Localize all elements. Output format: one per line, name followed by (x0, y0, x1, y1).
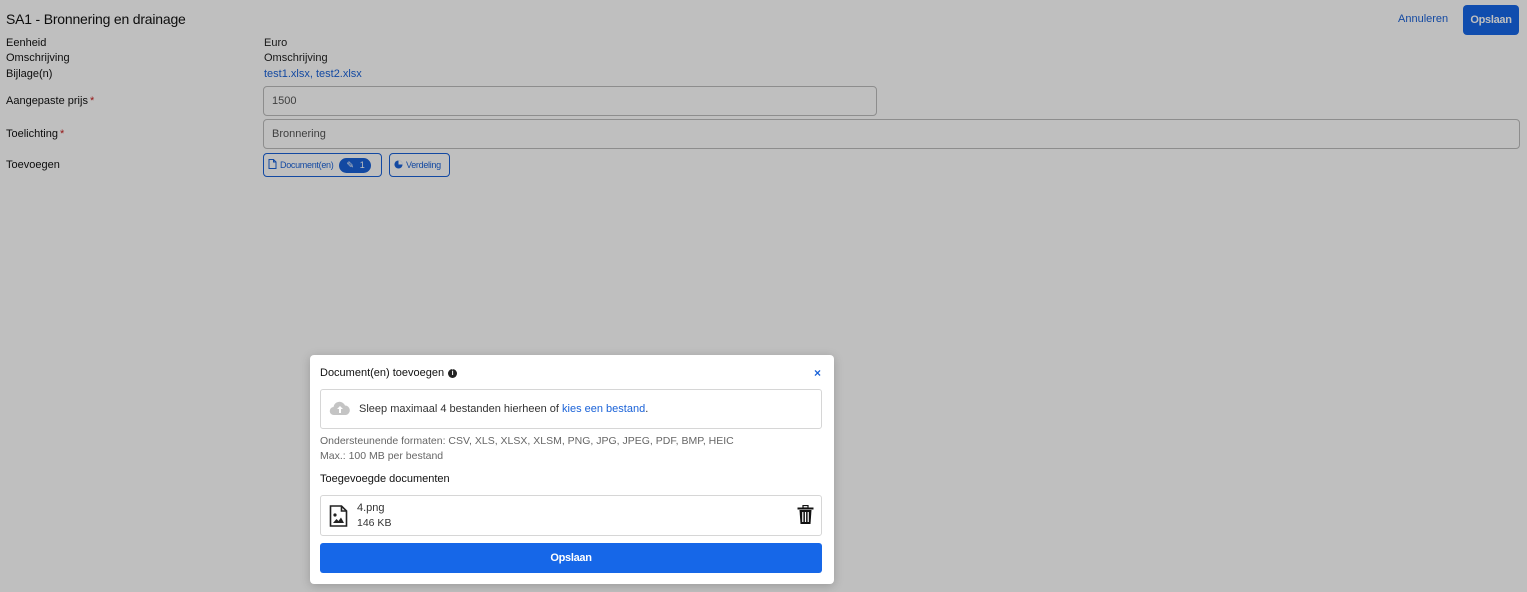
choose-file-link[interactable]: kies een bestand (562, 403, 645, 415)
file-size: 146 KB (357, 517, 392, 529)
add-documents-modal: Document(en) toevoegen i × Sleep maximaa… (310, 355, 834, 584)
file-dropzone[interactable]: Sleep maximaal 4 bestanden hierheen of k… (320, 389, 822, 429)
image-file-icon (329, 505, 348, 530)
info-icon[interactable]: i (448, 368, 458, 378)
format-info: Ondersteunende formaten: CSV, XLS, XLSX,… (320, 434, 734, 464)
supported-formats: Ondersteunende formaten: CSV, XLS, XLSX,… (320, 435, 734, 447)
close-icon[interactable]: × (814, 366, 821, 380)
cloud-upload-icon (329, 400, 351, 419)
trash-icon[interactable] (797, 504, 814, 528)
dropzone-instruction: Sleep maximaal 4 bestanden hierheen of (359, 403, 563, 415)
dropzone-period: . (645, 403, 649, 415)
file-list-item: 4.png 146 KB (320, 495, 822, 536)
max-file-size: Max.: 100 MB per bestand (320, 450, 444, 462)
modal-title-text: Document(en) toevoegen (320, 367, 445, 379)
modal-save-button[interactable]: Opslaan (320, 543, 822, 573)
modal-title: Document(en) toevoegen i (320, 367, 458, 379)
file-name: 4.png (357, 502, 385, 514)
added-documents-heading: Toegevoegde documenten (320, 473, 450, 485)
dropzone-text: Sleep maximaal 4 bestanden hierheen of k… (359, 403, 648, 415)
